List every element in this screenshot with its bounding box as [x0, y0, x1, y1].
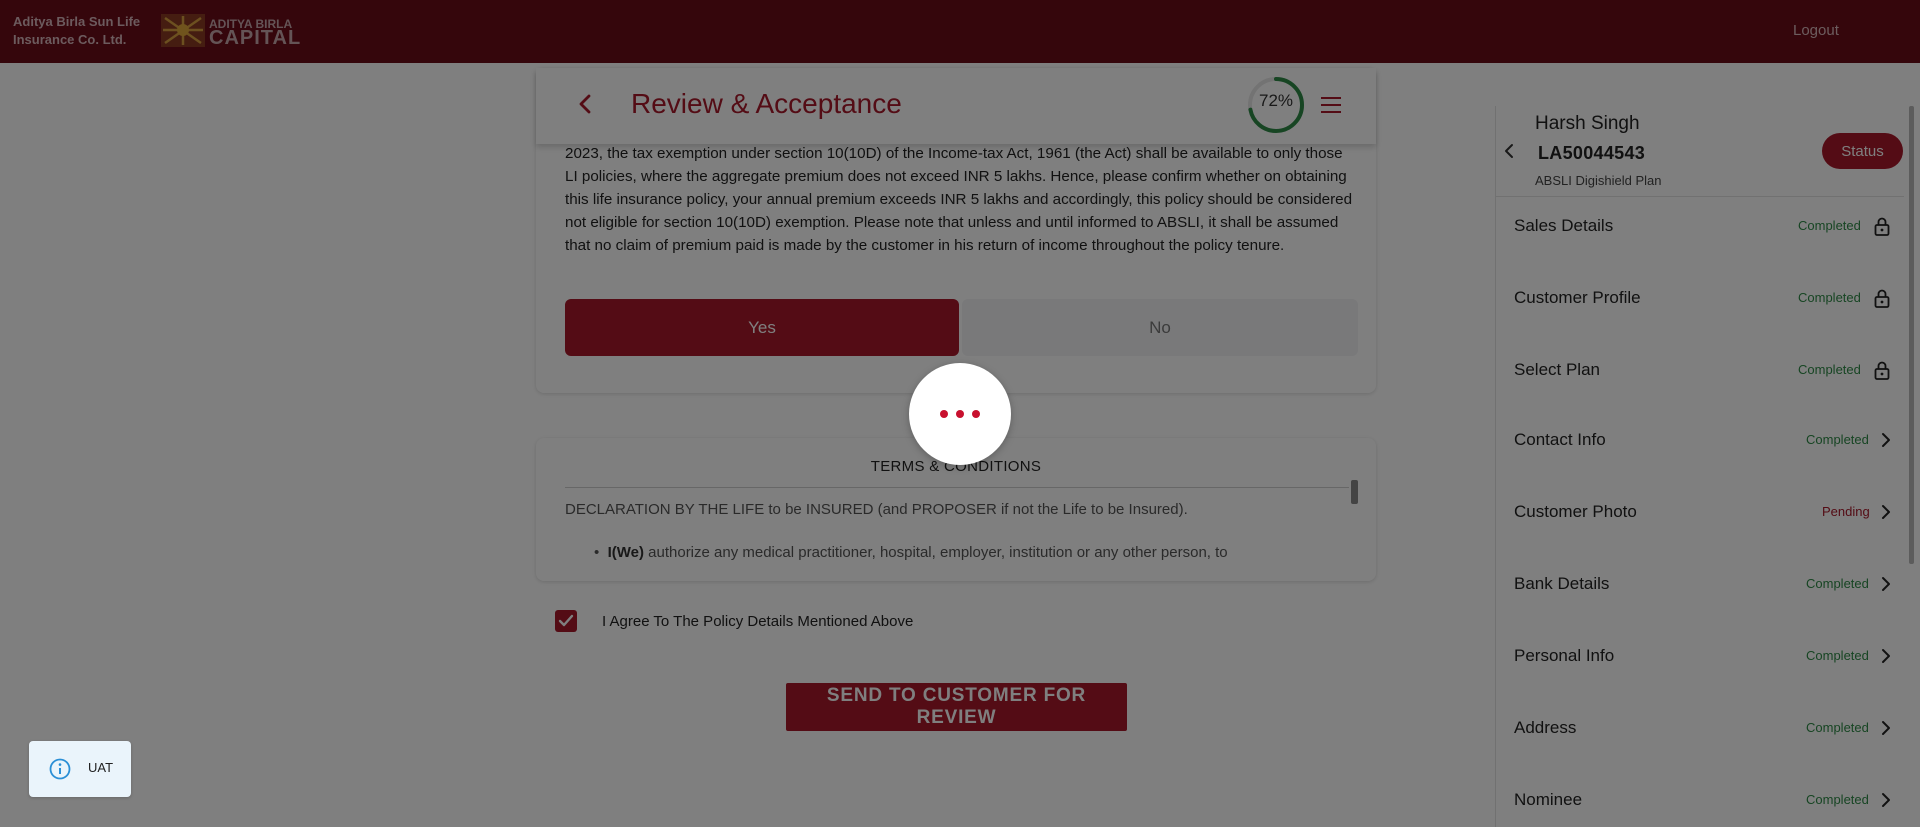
lock-icon [1874, 217, 1890, 236]
sidebar-scrollbar[interactable] [1909, 106, 1914, 564]
sidebar-item-personal-info[interactable]: Personal Info Completed [1496, 620, 1904, 692]
absli-brand: Aditya Birla Sun Life Insurance Co. Ltd. [13, 13, 140, 49]
aditya-birla-capital-logo: ADITYA BIRLA CAPITAL [161, 14, 302, 49]
terms-divider [565, 487, 1349, 488]
sidebar-item-label: Contact Info [1514, 430, 1606, 449]
sidebar-chevron-left-icon[interactable] [1501, 142, 1519, 160]
sidebar-item-label: Nominee [1514, 790, 1583, 809]
customer-name: Harsh Singh [1535, 113, 1640, 134]
logo-line-2: CAPITAL [209, 26, 302, 49]
brand-line-1: Aditya Birla Sun Life [13, 14, 141, 29]
chevron-right-icon [1882, 505, 1890, 519]
info-icon [49, 758, 71, 780]
chevron-left-icon[interactable] [574, 92, 598, 116]
sidebar-item-status: Completed [1806, 720, 1869, 735]
sidebar-item-status: Completed [1798, 218, 1861, 233]
chevron-right-icon [1882, 721, 1890, 735]
sidebar-item-label: Address [1514, 718, 1577, 737]
terms-declaration: DECLARATION BY THE LIFE to be INSURED (a… [565, 501, 1188, 518]
agree-checkbox[interactable] [555, 610, 577, 632]
chevron-right-icon [1882, 433, 1890, 447]
page-title: Review & Acceptance [631, 88, 902, 119]
bullet-dot: • [594, 544, 608, 561]
plan-name: ABSLI Digishield Plan [1535, 173, 1662, 188]
send-to-customer-button[interactable]: SEND TO CUSTOMER FOR REVIEW [786, 683, 1127, 731]
chevron-right-icon [1882, 577, 1890, 591]
no-button[interactable]: No [962, 299, 1358, 356]
sidebar-item-status: Completed [1798, 362, 1861, 377]
application-id: LA50044543 [1538, 143, 1646, 163]
sidebar-item-status: Completed [1806, 576, 1869, 591]
status-button[interactable]: Status [1822, 133, 1903, 169]
sidebar-item-label: Customer Photo [1514, 502, 1637, 521]
top-header-bar: Aditya Birla Sun Life Insurance Co. Ltd.… [0, 0, 1920, 63]
hamburger-menu-icon[interactable] [1319, 94, 1343, 116]
loading-spinner [909, 363, 1011, 465]
sidebar-item-customer-photo[interactable]: Customer Photo Pending [1496, 476, 1904, 548]
tax-exemption-text: 2023, the tax exemption under section 10… [565, 145, 1353, 254]
chevron-right-icon [1882, 649, 1890, 663]
logo-text: ADITYA BIRLA CAPITAL [209, 17, 302, 49]
terms-scrollbar[interactable] [1351, 480, 1358, 504]
sidebar-item-status: Completed [1806, 648, 1869, 663]
sidebar-item-bank-details[interactable]: Bank Details Completed [1496, 548, 1904, 620]
loader-dot [956, 410, 964, 418]
terms-bullet-item: • I(We) authorize any medical practition… [594, 544, 1228, 561]
logout-link[interactable]: Logout [1793, 22, 1839, 39]
sidebar-item-label: Bank Details [1514, 574, 1610, 593]
aditya-birla-sun-logo-icon [161, 14, 205, 47]
lock-icon [1874, 361, 1890, 380]
sidebar-item-status: Completed [1798, 290, 1861, 305]
sidebar-item-label: Customer Profile [1514, 288, 1641, 307]
agree-label[interactable]: I Agree To The Policy Details Mentioned … [602, 613, 913, 630]
sidebar-item-status: Completed [1806, 792, 1869, 807]
sidebar-item-customer-profile[interactable]: Customer Profile Completed [1496, 262, 1904, 334]
chevron-right-icon [1882, 793, 1890, 807]
sidebar-item-label: Personal Info [1514, 646, 1615, 665]
environment-label: UAT [88, 760, 114, 775]
sidebar-item-sales-details[interactable]: Sales Details Completed [1496, 190, 1904, 262]
loader-dot [972, 410, 980, 418]
sidebar-item-status: Pending [1822, 504, 1870, 519]
review-header: Review & Acceptance 72% [536, 68, 1376, 144]
yes-button[interactable]: Yes [565, 299, 959, 356]
check-icon [558, 614, 574, 627]
bullet-text: authorize any medical practitioner, hosp… [643, 544, 1228, 561]
sidebar-item-select-plan[interactable]: Select Plan Completed [1496, 334, 1904, 406]
bullet-bold: I(We) [607, 544, 644, 561]
sidebar-item-nominee[interactable]: Nominee Completed [1496, 764, 1904, 827]
progress-percent: 72% [1258, 91, 1294, 110]
brand-line-2: Insurance Co. Ltd. [13, 32, 127, 47]
lock-icon [1874, 289, 1890, 308]
environment-badge[interactable]: UAT [29, 741, 131, 797]
sidebar-item-status: Completed [1806, 432, 1869, 447]
sidebar-item-label: Sales Details [1514, 216, 1614, 235]
sidebar-item-label: Select Plan [1514, 360, 1600, 379]
sidebar-item-contact-info[interactable]: Contact Info Completed [1496, 404, 1904, 476]
sidebar-item-address[interactable]: Address Completed [1496, 692, 1904, 764]
loader-dot [940, 410, 948, 418]
